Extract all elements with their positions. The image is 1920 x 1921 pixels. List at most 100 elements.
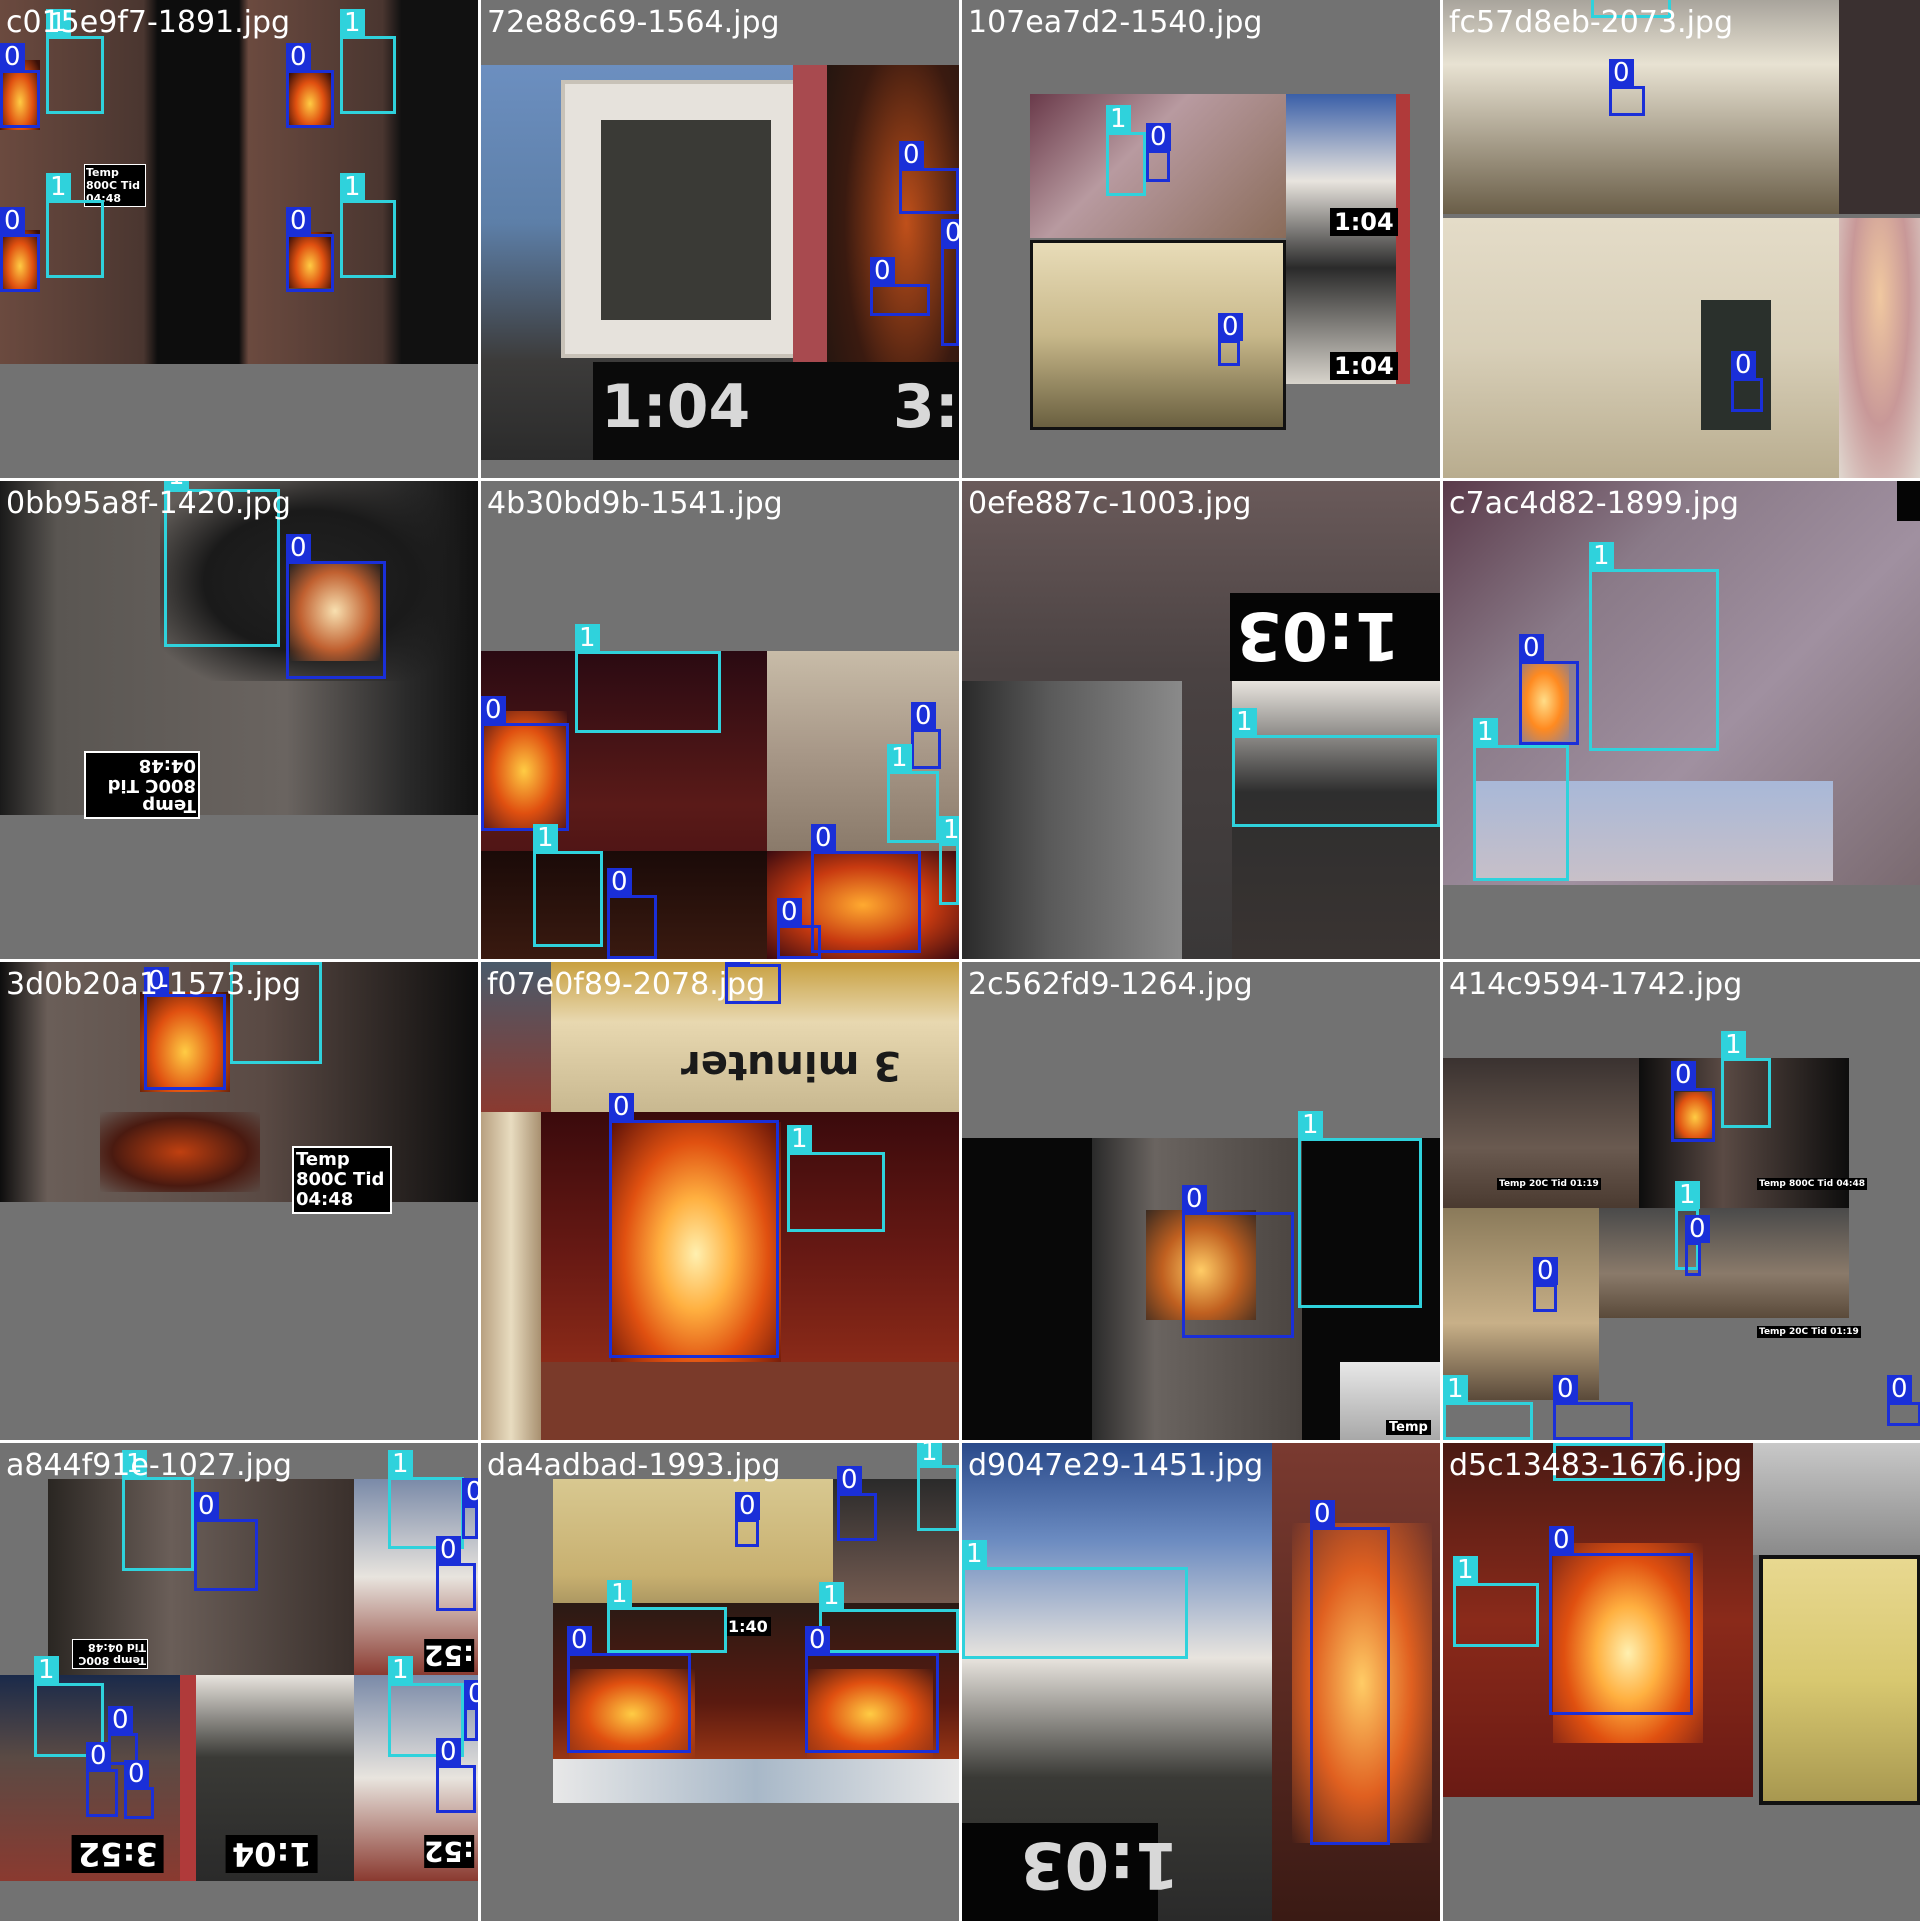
timer-label: 1:04: [1330, 208, 1398, 236]
scene-image: [1286, 94, 1396, 384]
tile-filename: d9047e29-1451.jpg: [968, 1448, 1264, 1483]
bbox-label: 0: [436, 1738, 461, 1766]
bbox-label: 1: [1675, 1181, 1700, 1209]
floor-fire: [100, 1112, 260, 1192]
bbox-label: 0: [462, 1478, 478, 1506]
bbox-class-1: 1: [787, 1125, 885, 1232]
bbox-class-0: 0: [1609, 59, 1645, 116]
bbox-label: 1: [1553, 1443, 1578, 1444]
bbox-class-1: 1: [819, 1582, 959, 1653]
bbox-label: 1: [1721, 1031, 1746, 1059]
temp-readout: Temp 800C Tid 04:48: [1757, 1178, 1867, 1190]
bbox-label: 0: [286, 534, 311, 562]
bbox-label: 0: [1519, 634, 1544, 662]
temp-readout: Temp 800C Tid 04:48: [84, 751, 200, 819]
scene-image: [553, 1759, 959, 1803]
timer-label: :52: [424, 1639, 475, 1672]
scene-image: [1443, 218, 1839, 478]
bbox-label: 0: [1549, 1526, 1574, 1554]
bbox-class-0: 0: [462, 1478, 478, 1539]
mosaic-tile: Temp 20C Tid 01:19 Temp 800C Tid 04:48 T…: [1443, 962, 1920, 1440]
bbox-class-0: 0: [1553, 1375, 1633, 1440]
bbox-class-0: 0: [481, 696, 569, 831]
bbox-label: 0: [0, 207, 25, 235]
bbox-label: 0: [1182, 1185, 1207, 1213]
bbox-class-0: 0: [607, 868, 657, 959]
tile-filename: d5c13483-1676.jpg: [1449, 1448, 1743, 1483]
bbox-label: 1: [388, 1450, 413, 1478]
mosaic-tile: c7ac4d82-1899.jpg 1 0 1: [1443, 481, 1920, 959]
mosaic-tile: 4b30bd9b-1541.jpg 1 0 1 0 0 1 0 1 0: [481, 481, 959, 959]
bbox-label: 0: [607, 868, 632, 896]
bbox-label: 0: [777, 898, 802, 926]
bbox-class-0: 0: [811, 824, 921, 953]
bbox-label: 0: [805, 1626, 830, 1654]
tile-filename: 4b30bd9b-1541.jpg: [487, 486, 783, 521]
red-divider: [1396, 94, 1410, 384]
bbox-class-1: 1: [1443, 1375, 1533, 1440]
bbox-label: 1: [34, 1656, 59, 1684]
bbox-label: 1: [575, 624, 600, 652]
temp-readout: Temp 20C Tid 01:19: [1497, 1178, 1601, 1190]
red-divider: [180, 1675, 196, 1881]
bbox-label: 0: [899, 141, 924, 169]
timer-label: 1:03: [1020, 1827, 1180, 1901]
tile-filename: 2c562fd9-1264.jpg: [968, 967, 1253, 1002]
bbox-class-0: 0: [735, 1492, 760, 1547]
caption-label: 3 minuter: [681, 1042, 902, 1088]
bbox-label: 0: [1671, 1061, 1696, 1089]
tile-filename: 72e88c69-1564.jpg: [487, 5, 780, 40]
temp-readout: Temp 20C Tid 01:19: [1757, 1326, 1861, 1338]
bbox-class-1: 1: [1453, 1556, 1539, 1647]
bbox-class-1: 1: [1106, 105, 1146, 196]
bbox-class-0: 0: [609, 1093, 779, 1358]
bbox-label: 1: [819, 1582, 844, 1610]
timer-label: 1:04: [1330, 352, 1398, 380]
bbox-class-0: 0: [286, 207, 334, 292]
scene-image: [481, 1112, 541, 1440]
timer-label: 3:5: [893, 372, 959, 442]
bbox-class-0: 0: [1685, 1215, 1710, 1276]
bbox-label: 0: [1146, 123, 1171, 151]
bbox-class-0: 0: [1533, 1257, 1558, 1312]
scene-image: [962, 681, 1182, 959]
bbox-class-0: 0: [1218, 313, 1243, 366]
tile-filename: 0bb95a8f-1420.jpg: [6, 486, 291, 521]
bbox-label: 1: [1473, 718, 1498, 746]
bbox-label: 0: [1609, 59, 1634, 87]
bbox-label: 0: [1731, 351, 1756, 379]
mosaic-tile: Temp 2c562fd9-1264.jpg 0 1: [962, 962, 1440, 1440]
mosaic-tile: 3 minuter f07e0f89-2078.jpg 0 0 1: [481, 962, 959, 1440]
bbox-class-1: 1: [939, 816, 959, 905]
bbox-class-0: 0: [870, 257, 930, 316]
bbox-label: 0: [1533, 1257, 1558, 1285]
bbox-label: 0: [735, 1492, 760, 1520]
timer-label: 1:03: [1236, 597, 1401, 674]
bbox-class-1: 1: [533, 824, 603, 947]
bbox-class-1: 1: [1589, 542, 1719, 751]
bbox-class-0: 0: [1182, 1185, 1294, 1338]
bbox-class-1: 1: [962, 1540, 1188, 1659]
bbox-class-0: 0: [1519, 634, 1579, 745]
bbox-label: 0: [194, 1492, 219, 1520]
bbox-label: 0: [941, 219, 959, 247]
mosaic-tile: 1:04 3:5 72e88c69-1564.jpg 0 0 0: [481, 0, 959, 478]
bbox-label: 0: [124, 1760, 149, 1788]
bbox-label: 1: [939, 816, 959, 844]
bbox-class-0: 0: [805, 1626, 939, 1753]
mosaic-tile: Temp 800C Tid 04:48 c015e9f7-1891.jpg 0 …: [0, 0, 478, 478]
bbox-label: 1: [533, 824, 558, 852]
bbox-class-0: 0: [911, 702, 941, 769]
bbox-label: 0: [286, 43, 311, 71]
bbox-label: 0: [837, 1466, 862, 1494]
bbox-class-1: 1: [1721, 1031, 1771, 1128]
mosaic-tile: 1:03 0efe887c-1003.jpg 1: [962, 481, 1440, 959]
bbox-label: 0: [1887, 1375, 1912, 1403]
bbox-label: 0: [1685, 1215, 1710, 1243]
bbox-label: 0: [86, 1742, 111, 1770]
bbox-class-1: 1: [340, 9, 396, 114]
bbox-class-1: 1: [917, 1443, 959, 1531]
bbox-class-0: 0: [1731, 351, 1763, 412]
bbox-class-0: 0: [86, 1742, 118, 1817]
bbox-label: 1: [230, 962, 255, 963]
